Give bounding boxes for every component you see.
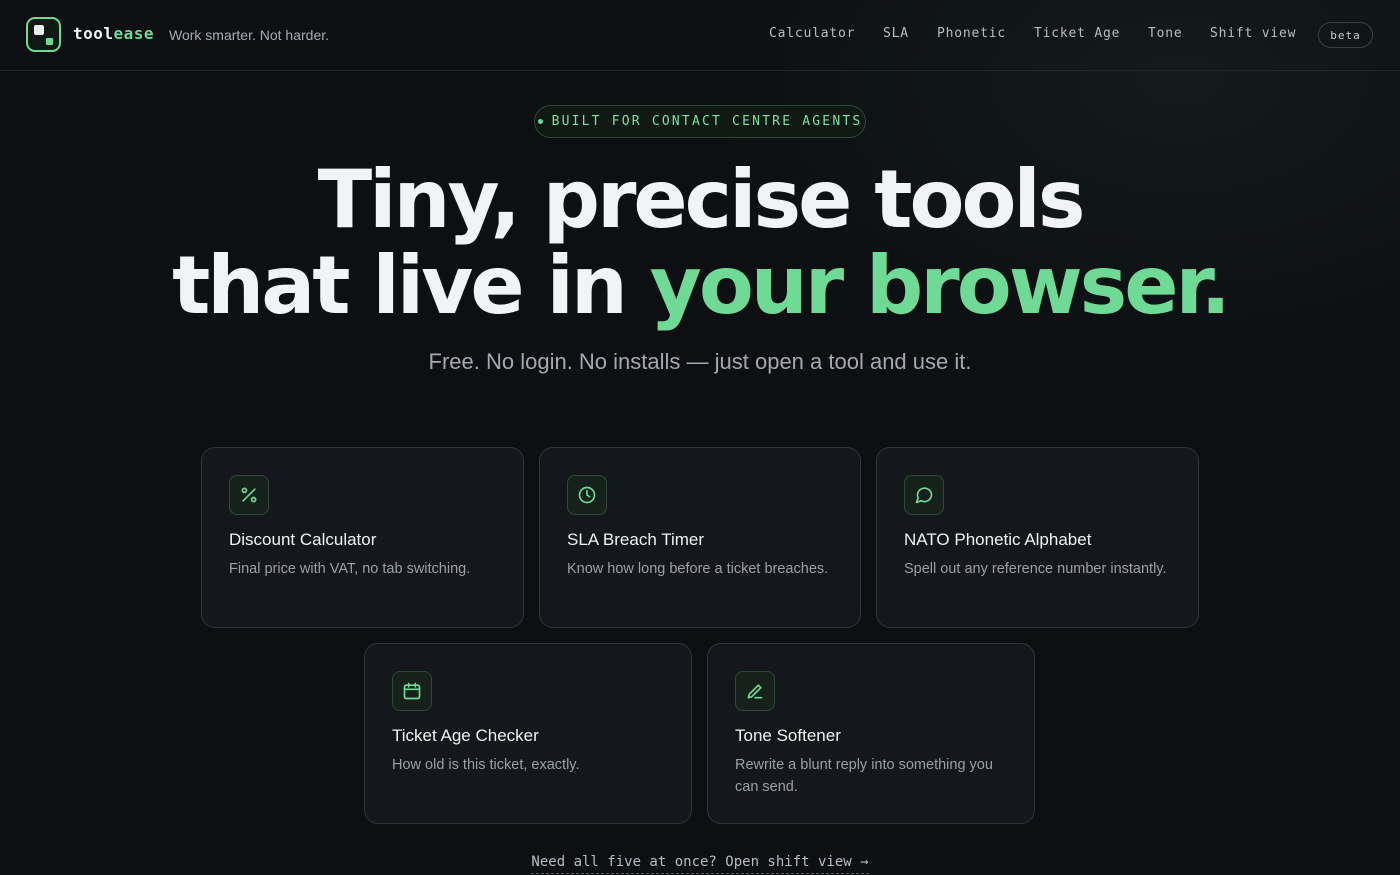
shift-view-callout: Need all five at once? Open shift view → [0, 853, 1400, 874]
headline-accent-text: your browser. [649, 239, 1231, 332]
tool-card-title: NATO Phonetic Alphabet [904, 530, 1092, 549]
tool-card-description: How old is this ticket, exactly. [392, 757, 580, 773]
headline-plain-text: that live in [172, 239, 650, 332]
calendar-icon [392, 671, 432, 711]
top-navigation-bar: toolease Work smarter. Not harder. Calcu… [0, 0, 1400, 71]
logo-icon[interactable] [26, 17, 61, 52]
pen-icon [735, 671, 775, 711]
hero-subtitle: Free. No login. No installs — just open … [428, 349, 972, 374]
tool-card-title: SLA Breach Timer [567, 530, 705, 549]
tool-card-title: Discount Calculator [229, 530, 377, 549]
brand-name-part1: tool [73, 24, 114, 43]
nav-link-shift-view[interactable]: Shift view [1210, 26, 1296, 41]
tool-card-description: Spell out any reference number instantly… [904, 561, 1167, 577]
eyebrow-text: BUILT FOR CONTACT CENTRE AGENTS [551, 114, 863, 129]
tool-card-description: Know how long before a ticket breaches. [567, 561, 829, 577]
brand-name-part2: ease [113, 24, 155, 43]
percent-icon [229, 475, 269, 515]
brand-name[interactable]: toolease [73, 24, 154, 43]
status-dot-icon [537, 119, 543, 124]
tool-card-ticket-age-checker[interactable]: Ticket Age Checker How old is this ticke… [364, 643, 692, 824]
tool-card-description: Final price with VAT, no tab switching. [229, 561, 471, 577]
tool-card-title: Tone Softener [735, 726, 841, 745]
nav-link-tone[interactable]: Tone [1148, 26, 1183, 41]
tool-card-description: Rewrite a blunt reply into something you… [735, 757, 993, 795]
nav-link-phonetic[interactable]: Phonetic [937, 26, 1006, 41]
open-shift-view-link[interactable]: Need all five at once? Open shift view → [531, 854, 869, 874]
chat-bubble-icon [904, 475, 944, 515]
tool-card-title: Ticket Age Checker [392, 726, 539, 745]
tool-card-discount-calculator[interactable]: Discount Calculator Final price with VAT… [201, 447, 524, 628]
nav-link-calculator[interactable]: Calculator [769, 26, 855, 41]
nav-link-sla[interactable]: SLA [883, 26, 909, 41]
clock-icon [567, 475, 607, 515]
eyebrow-pill: BUILT FOR CONTACT CENTRE AGENTS [534, 105, 866, 138]
tool-card-tone-softener[interactable]: Tone Softener Rewrite a blunt reply into… [707, 643, 1035, 824]
headline-line-1: Tiny, precise tools [317, 153, 1086, 246]
beta-badge: beta [1318, 22, 1373, 48]
tool-card-sla-breach-timer[interactable]: SLA Breach Timer Know how long before a … [539, 447, 861, 628]
headline-line-2: that live in your browser. [0, 246, 1400, 326]
tagline: Work smarter. Not harder. [169, 27, 330, 43]
tool-card-nato-phonetic[interactable]: NATO Phonetic Alphabet Spell out any ref… [876, 447, 1199, 628]
nav-link-ticket-age[interactable]: Ticket Age [1034, 26, 1120, 41]
